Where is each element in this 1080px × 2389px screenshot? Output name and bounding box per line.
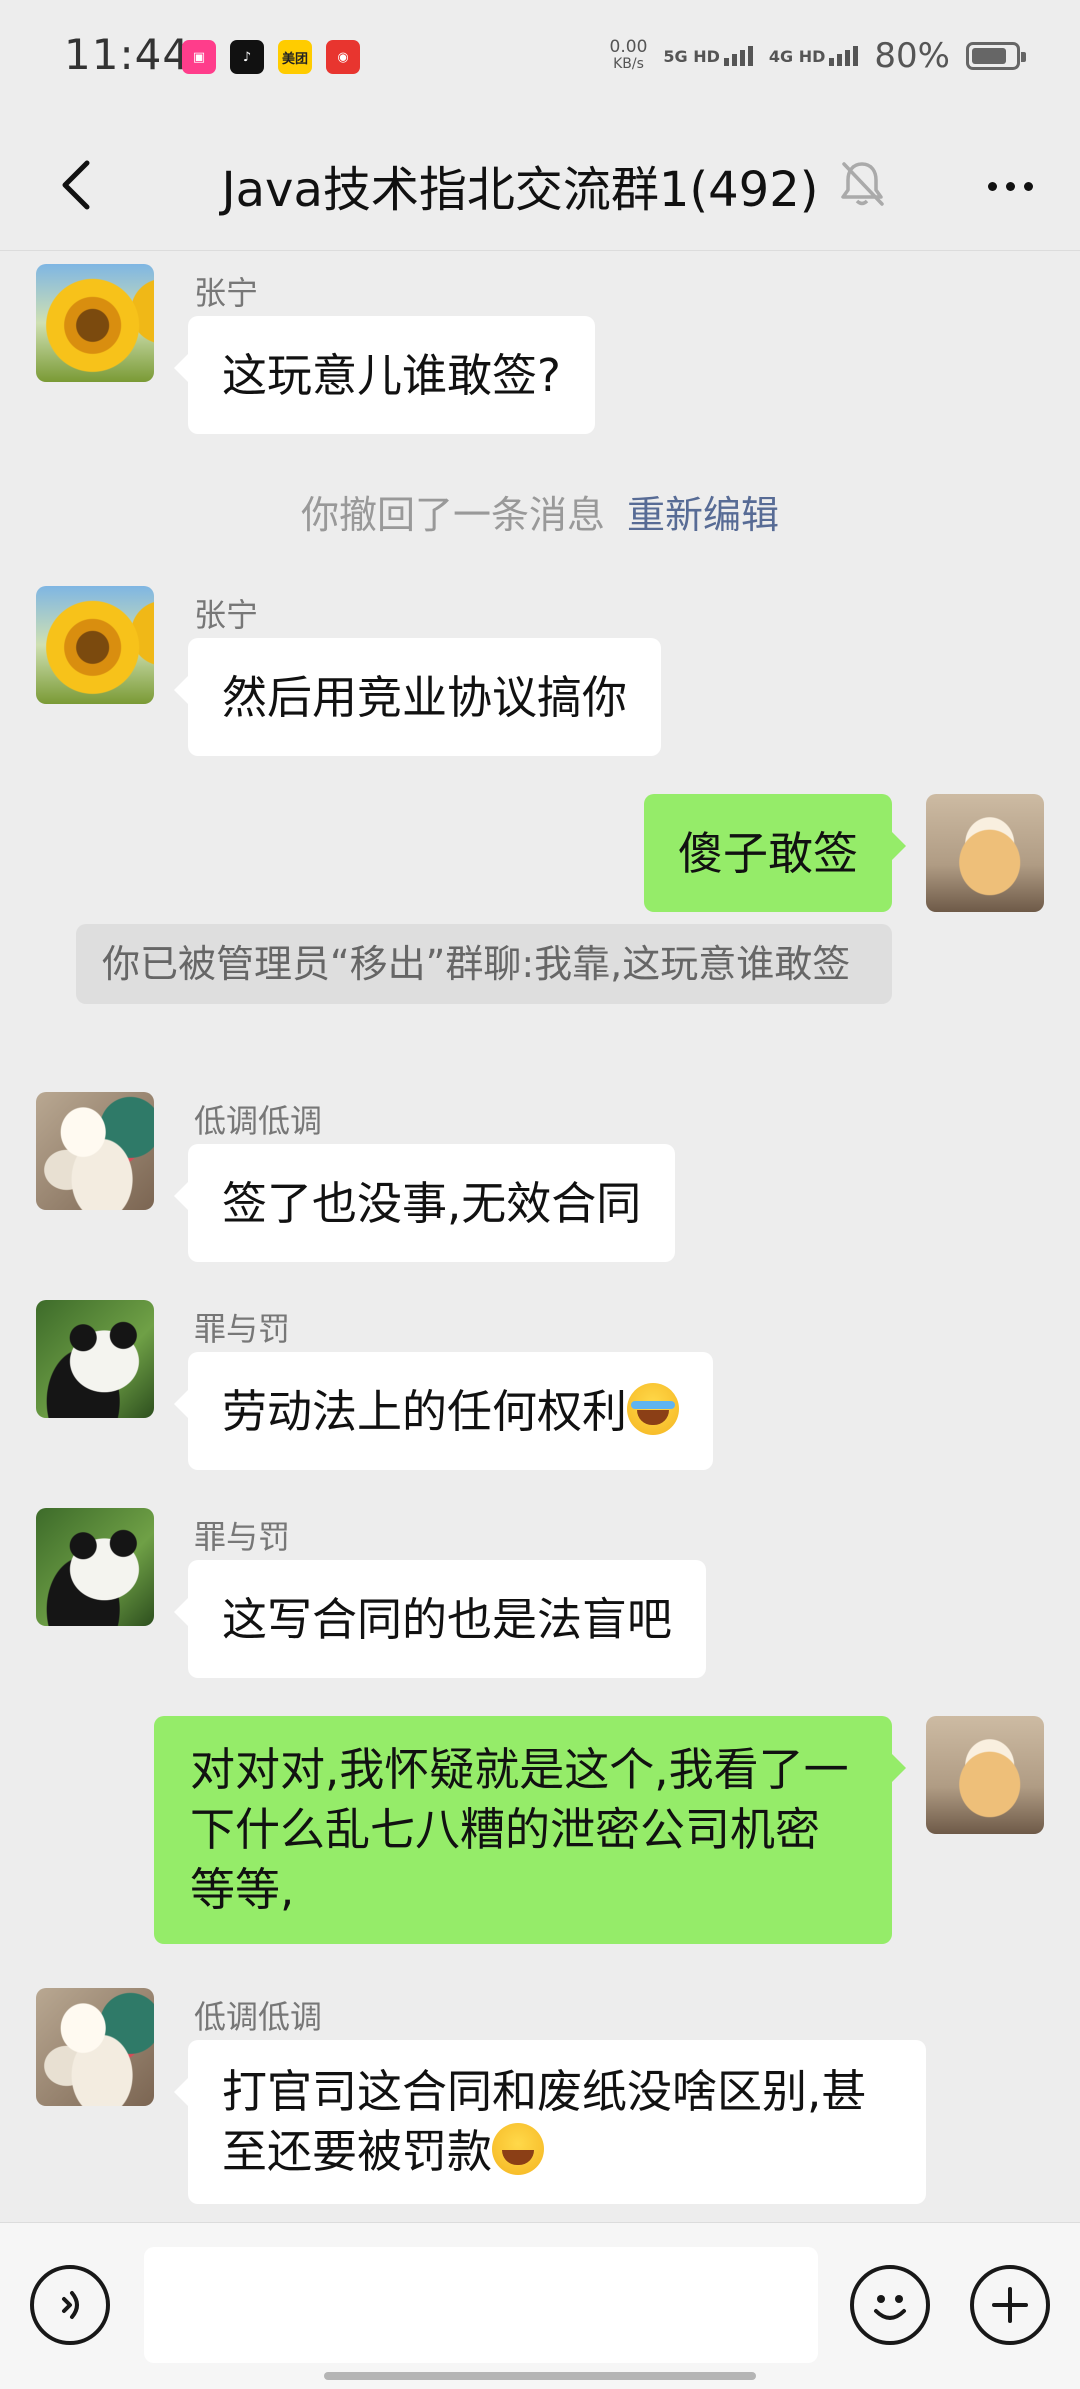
sender-name: 张宁	[194, 596, 259, 634]
avatar[interactable]	[36, 1988, 154, 2106]
notification-icons: ▣ ♪ 美团 ◉	[182, 40, 360, 74]
home-indicator[interactable]	[324, 2372, 756, 2380]
signal-bars-icon	[829, 46, 859, 66]
chat-title: Java技术指北交流群1(492)	[221, 162, 819, 218]
sender-name: 罪与罚	[194, 1310, 291, 1348]
plus-icon	[992, 2287, 1028, 2323]
signal-5g: 5G HD	[663, 46, 753, 66]
voice-icon	[62, 2291, 79, 2319]
sender-name: 罪与罚	[194, 1518, 291, 1556]
laughing-emoji-icon	[492, 2123, 545, 2175]
battery-percent: 80%	[874, 36, 950, 76]
sender-name: 低调低调	[194, 1102, 323, 1140]
signal-bars-icon	[723, 46, 753, 66]
mute-icon	[832, 154, 892, 214]
crying-laughing-emoji-icon	[627, 1383, 680, 1435]
more-options-button[interactable]	[974, 150, 1046, 222]
chat-header: Java技术指北交流群1(492)	[0, 120, 1080, 251]
my-avatar[interactable]	[926, 1716, 1044, 1834]
my-message-bubble[interactable]: 对对对,我怀疑就是这个,我看了一下什么乱七八糟的泄密公司机密等等,	[154, 1716, 906, 1944]
system-message: 你撤回了一条消息 重新编辑	[300, 493, 780, 537]
message-bubble[interactable]: 这玩意儿谁敢签?	[174, 316, 595, 434]
message-bubble[interactable]: 打官司这合同和废纸没啥区别,甚至还要被罚款	[174, 2040, 926, 2204]
status-bar: 11:44 ▣ ♪ 美团 ◉ 0.00 KB/s 5G HD 4G HD 80%	[0, 0, 1080, 120]
avatar[interactable]	[36, 1092, 154, 1210]
more-functions-button[interactable]	[970, 2265, 1050, 2345]
voice-button[interactable]	[30, 2265, 110, 2345]
message-bubble[interactable]: 这写合同的也是法盲吧	[173, 1560, 707, 1678]
my-message-bubble[interactable]: 傻子敢签	[643, 794, 907, 912]
signal-4g: 4G HD	[769, 46, 859, 66]
avatar[interactable]	[36, 1300, 154, 1418]
avatar[interactable]	[36, 264, 154, 382]
removed-notice: 你已被管理员“移出”群聊:我靠,这玩意谁敢签	[76, 924, 892, 1004]
input-bar	[0, 2222, 1080, 2389]
battery-icon	[966, 42, 1026, 70]
red-app-icon: ◉	[326, 40, 360, 74]
avatar[interactable]	[36, 586, 154, 704]
message-bubble[interactable]: 签了也没事,无效合同	[173, 1144, 676, 1262]
meituan-icon: 美团	[278, 40, 312, 74]
sender-name: 张宁	[194, 274, 259, 312]
message-input[interactable]	[144, 2247, 818, 2363]
network-speed: 0.00 KB/s	[609, 37, 648, 73]
status-right: 0.00 KB/s 5G HD 4G HD 80%	[609, 36, 1026, 76]
message-bubble[interactable]: 然后用竞业协议搞你	[173, 638, 662, 756]
status-time: 11:44	[64, 30, 191, 79]
pink-app-icon: ▣	[182, 40, 216, 74]
re-edit-link[interactable]: 重新编辑	[627, 493, 779, 537]
tiktok-icon: ♪	[230, 40, 264, 74]
smiley-icon	[874, 2295, 906, 2320]
message-bubble[interactable]: 劳动法上的任何权利	[173, 1352, 714, 1470]
avatar[interactable]	[36, 1508, 154, 1626]
my-avatar[interactable]	[926, 794, 1044, 912]
sender-name: 低调低调	[194, 1998, 323, 2036]
emoji-button[interactable]	[850, 2265, 930, 2345]
